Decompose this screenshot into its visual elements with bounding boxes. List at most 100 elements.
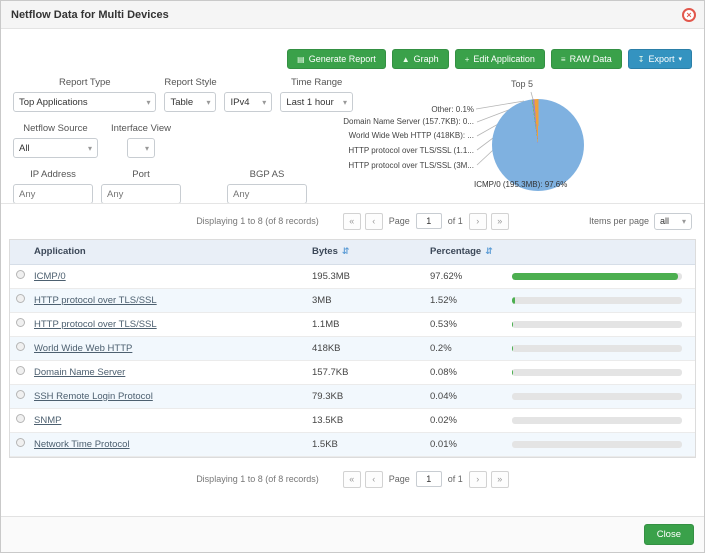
graph-button[interactable]: ▲ Graph [392,49,449,69]
last-page-button[interactable]: » [491,471,509,488]
edit-application-button[interactable]: + Edit Application [455,49,545,69]
bgp-as-input[interactable] [227,184,307,204]
prev-page-button[interactable]: ‹ [365,471,383,488]
items-per-page-label: Items per page [589,216,649,226]
pie-slice-label: HTTP protocol over TLS/SSL (1.1... [348,146,474,155]
application-link[interactable]: Network Time Protocol [34,439,130,450]
usage-bar-fill [512,321,513,328]
row-radio[interactable] [16,438,25,447]
application-link[interactable]: World Wide Web HTTP [34,343,132,354]
report-style-select[interactable]: Table ▾ [164,92,216,112]
close-icon[interactable]: × [682,8,696,22]
next-page-button[interactable]: › [469,471,487,488]
table-row[interactable]: World Wide Web HTTP 418KB 0.2% [10,336,695,360]
usage-bar [512,393,682,400]
time-range-select[interactable]: Last 1 hour ▾ [280,92,353,112]
report-icon: ▤ [297,55,305,64]
footer-bar: Close [1,516,704,552]
raw-data-button[interactable]: ≡ RAW Data [551,49,622,69]
ip-version-select[interactable]: IPv4 ▾ [224,92,272,112]
bytes-cell: 418KB [312,336,430,360]
application-column-header: Application [34,246,86,257]
row-radio[interactable] [16,318,25,327]
button-label: RAW Data [570,54,612,64]
row-radio[interactable] [16,390,25,399]
sort-icon[interactable]: ⇵ [485,246,493,256]
chevron-down-icon: ▾ [682,217,686,226]
application-link[interactable]: HTTP protocol over TLS/SSL [34,295,157,306]
table-row[interactable]: Domain Name Server 157.7KB 0.08% [10,360,695,384]
percentage-column-header: Percentage [430,246,481,257]
button-label: Export [648,54,674,64]
percentage-cell: 0.53% [430,312,512,336]
usage-bar [512,441,682,448]
page-input[interactable] [416,213,442,229]
chevron-down-icon: ▾ [145,144,149,153]
bytes-cell: 195.3MB [312,264,430,288]
first-page-button[interactable]: « [343,471,361,488]
prev-page-button[interactable]: ‹ [365,213,383,230]
ip-address-input[interactable] [13,184,93,204]
usage-bar [512,417,682,424]
interface-view-select[interactable]: ▾ [127,138,155,158]
percentage-cell: 0.02% [430,408,512,432]
application-link[interactable]: SNMP [34,415,61,426]
ip-address-label: IP Address [30,169,76,180]
table-row[interactable]: HTTP protocol over TLS/SSL 3MB 1.52% [10,288,695,312]
table-header-row: Application Bytes ⇵ Percentage ⇵ [10,240,695,264]
next-page-button[interactable]: › [469,213,487,230]
select-value: IPv4 [230,97,249,108]
table-body: ICMP/0 195.3MB 97.62% HTTP protocol over… [10,264,695,456]
page-input[interactable] [416,471,442,487]
report-type-select[interactable]: Top Applications ▾ [13,92,156,112]
pie-chart[interactable] [492,99,584,191]
row-radio[interactable] [16,414,25,423]
pie-slice-label: HTTP protocol over TLS/SSL (3M... [348,161,474,170]
last-page-button[interactable]: » [491,213,509,230]
select-value: Top Applications [19,97,88,108]
row-radio[interactable] [16,366,25,375]
netflow-dialog: Netflow Data for Multi Devices × ▤ Gener… [0,0,705,553]
table-row[interactable]: Network Time Protocol 1.5KB 0.01% [10,432,695,456]
application-link[interactable]: Domain Name Server [34,367,125,378]
select-value: All [19,143,30,154]
row-radio[interactable] [16,294,25,303]
chevron-down-icon: ▾ [206,98,210,107]
chevron-down-icon: ▾ [678,55,682,63]
bytes-cell: 79.3KB [312,384,430,408]
application-link[interactable]: SSH Remote Login Protocol [34,391,153,402]
records-summary: Displaying 1 to 8 (of 8 records) [196,216,319,226]
select-value: Last 1 hour [286,97,334,108]
table-row[interactable]: SSH Remote Login Protocol 79.3KB 0.04% [10,384,695,408]
table-row[interactable]: HTTP protocol over TLS/SSL 1.1MB 0.53% [10,312,695,336]
close-button[interactable]: Close [644,524,694,545]
row-radio[interactable] [16,270,25,279]
port-label: Port [132,169,149,180]
generate-report-button[interactable]: ▤ Generate Report [287,49,386,69]
bytes-cell: 3MB [312,288,430,312]
chevron-down-icon: ▾ [262,98,266,107]
pagination-top: Displaying 1 to 8 (of 8 records) « ‹ Pag… [1,209,704,233]
netflow-source-select[interactable]: All ▾ [13,138,98,158]
first-page-button[interactable]: « [343,213,361,230]
items-per-page-select[interactable]: all ▾ [654,213,692,230]
row-radio[interactable] [16,342,25,351]
application-link[interactable]: HTTP protocol over TLS/SSL [34,319,157,330]
table-row[interactable]: SNMP 13.5KB 0.02% [10,408,695,432]
port-input[interactable] [101,184,181,204]
bytes-column-header: Bytes [312,246,338,257]
select-value: Table [170,97,193,108]
percentage-cell: 0.2% [430,336,512,360]
select-value: all [660,216,669,226]
export-button[interactable]: ↧ Export ▾ [628,49,692,69]
application-link[interactable]: ICMP/0 [34,271,66,282]
percentage-cell: 0.08% [430,360,512,384]
graph-icon: ▲ [402,55,410,64]
filters-panel: Report Type Top Applications ▾ Report St… [13,77,353,215]
chevron-down-icon: ▾ [88,144,92,153]
table-row[interactable]: ICMP/0 195.3MB 97.62% [10,264,695,288]
sort-icon[interactable]: ⇵ [342,246,350,256]
applications-table: Application Bytes ⇵ Percentage ⇵ ICMP/0 19… [10,240,695,457]
chart-title: Top 5 [492,79,552,89]
usage-bar [512,297,682,304]
